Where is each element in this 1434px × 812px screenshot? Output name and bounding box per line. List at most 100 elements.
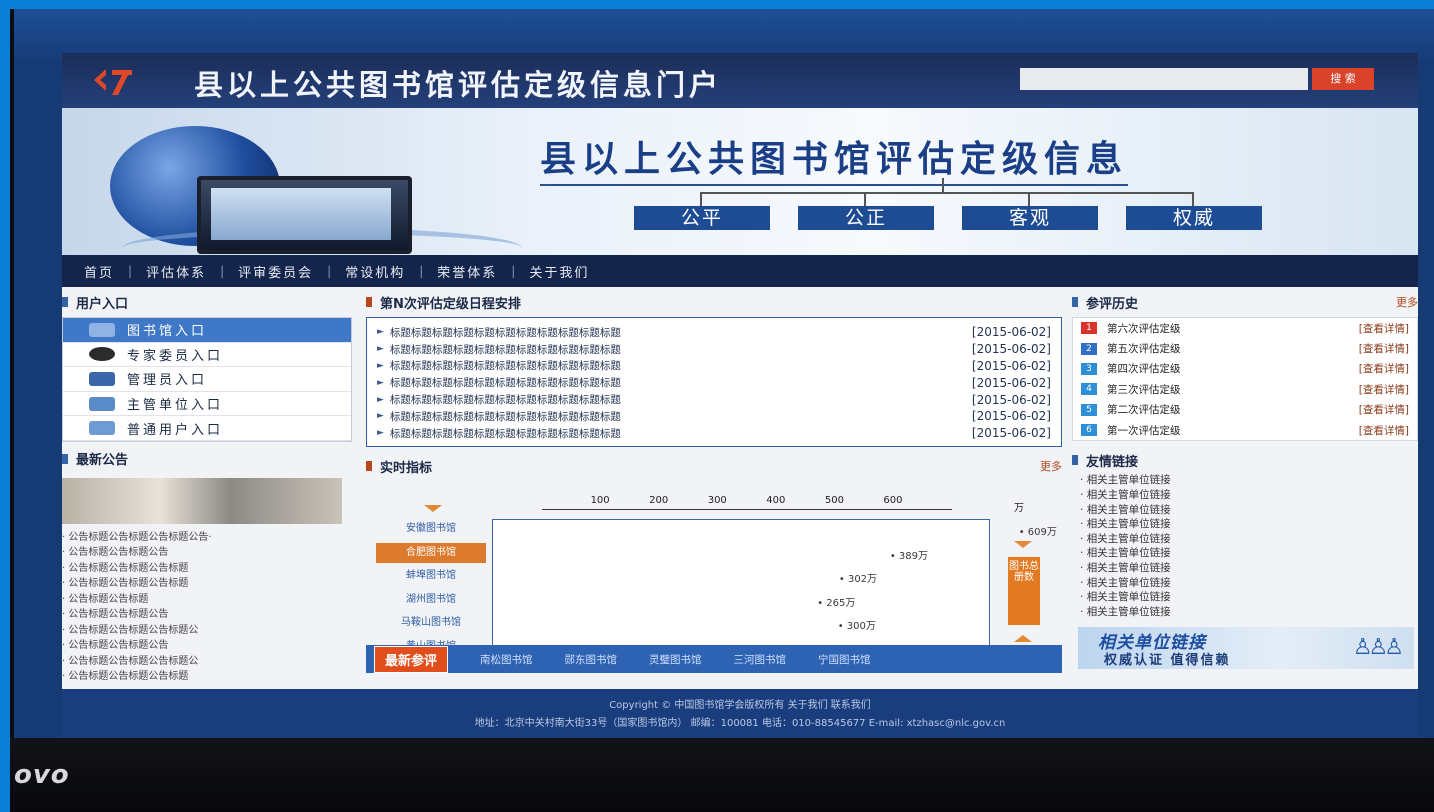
library-category[interactable]: 安徽图书馆 — [376, 519, 486, 539]
notice-item[interactable]: · 公告标题公告标题公告标题 — [62, 576, 352, 592]
section-mark-icon — [62, 453, 68, 464]
user-group-icon — [89, 421, 115, 436]
history-row[interactable]: 2 第五次评估定级 [查看详情] — [1073, 338, 1417, 358]
entry-general-user[interactable]: 普通用户入口 — [63, 416, 351, 441]
entry-label: 主管单位入口 — [127, 398, 224, 414]
tree-line — [700, 192, 1192, 194]
history-heading: 参评历史 更多 — [1072, 293, 1418, 312]
expert-icon — [89, 347, 115, 362]
section-title: 第N次评估定级日程安排 — [380, 296, 521, 312]
schedule-row[interactable]: ► 标题标题标题标题标题标题标题标题标题标题标题 [2015-06-02] — [377, 324, 1051, 341]
friend-link[interactable]: · 相关主管单位链接 — [1080, 503, 1418, 518]
tree-line — [700, 192, 702, 206]
friend-link[interactable]: · 相关主管单位链接 — [1080, 605, 1418, 620]
entry-label: 专家委员入口 — [127, 348, 224, 364]
entry-expert[interactable]: 专家委员入口 — [63, 343, 351, 368]
notice-item[interactable]: · 公告标题公告标题公告标题 — [62, 561, 352, 577]
prev-arrow-icon[interactable] — [1014, 635, 1032, 642]
page-footer: Copyright © 中国图书馆学会版权所有 关于我们 联系我们 地址：北京中… — [62, 689, 1418, 738]
history-row[interactable]: 4 第三次评估定级 [查看详情] — [1073, 379, 1417, 399]
latest-entry-link[interactable]: 灵璧图书馆 — [649, 652, 702, 667]
data-point-label: • 609万 — [1018, 527, 1057, 538]
notice-item[interactable]: · 公告标题公告标题公告 — [62, 638, 352, 654]
schedule-row[interactable]: ► 标题标题标题标题标题标题标题标题标题标题标题 [2015-06-02] — [377, 374, 1051, 391]
left-column: 用户入口 图书馆入口 专家委员入口 管理员入口 主管单位入口 普通用户入口 最新… — [62, 293, 352, 683]
friend-link[interactable]: · 相关主管单位链接 — [1080, 561, 1418, 576]
entry-admin[interactable]: 管理员入口 — [63, 367, 351, 392]
next-arrow-icon[interactable] — [1014, 541, 1032, 548]
nav-review-committee[interactable]: 评审委员会 — [238, 262, 313, 281]
section-mark-icon — [1072, 297, 1078, 307]
x-tick-label: 600 — [883, 495, 903, 506]
view-detail-link[interactable]: [查看详情] — [1359, 321, 1409, 336]
x-tick-label: 300 — [707, 495, 727, 506]
schedule-row[interactable]: ► 标题标题标题标题标题标题标题标题标题标题标题 [2015-06-02] — [377, 425, 1051, 442]
entry-supervisor[interactable]: 主管单位入口 — [63, 392, 351, 417]
schedule-row[interactable]: ► 标题标题标题标题标题标题标题标题标题标题标题 [2015-06-02] — [377, 358, 1051, 375]
history-row[interactable]: 6 第一次评估定级 [查看详情] — [1073, 420, 1417, 440]
library-category[interactable]: 合肥图书馆 — [376, 542, 486, 563]
view-detail-link[interactable]: [查看详情] — [1359, 423, 1409, 438]
nav-standing-body[interactable]: 常设机构 — [345, 262, 405, 281]
history-row[interactable]: 5 第二次评估定级 [查看详情] — [1073, 400, 1417, 420]
nav-honor-system[interactable]: 荣誉体系 — [437, 262, 497, 281]
nav-home[interactable]: 首页 — [84, 262, 114, 281]
metric-tag: 图书总册数 — [1008, 557, 1040, 625]
rank-badge: 5 — [1081, 403, 1097, 416]
latest-entry-link[interactable]: 宁国图书馆 — [818, 652, 871, 667]
notice-item[interactable]: · 公告标题公告标题公告 — [62, 545, 352, 561]
scroll-up-arrow-icon[interactable] — [424, 505, 442, 512]
notice-item[interactable]: · 公告标题公告标题公告标题公告· — [62, 530, 352, 546]
portal-header: 县以上公共图书馆评估定级信息门户 搜 索 — [62, 53, 1418, 108]
entry-label: 管理员入口 — [127, 373, 208, 389]
view-detail-link[interactable]: [查看详情] — [1359, 382, 1409, 397]
more-link[interactable]: 更多 — [1396, 294, 1418, 310]
entry-library[interactable]: 图书馆入口 — [63, 318, 351, 343]
notice-item[interactable]: · 公告标题公告标题公告 — [62, 607, 352, 623]
view-detail-link[interactable]: [查看详情] — [1359, 402, 1409, 417]
hero-banner: 县以上公共图书馆评估定级信息 公平 公正 客观 权威 — [62, 108, 1418, 255]
friend-link[interactable]: · 相关主管单位链接 — [1080, 546, 1418, 561]
search-input[interactable] — [1020, 68, 1308, 90]
notice-item[interactable]: · 公告标题公告标题 — [62, 592, 352, 608]
library-category[interactable]: 蚌埠图书馆 — [376, 566, 486, 586]
friend-link[interactable]: · 相关主管单位链接 — [1080, 532, 1418, 547]
plot-area — [492, 519, 990, 659]
notice-item[interactable]: · 公告标题公告标题公告标题公 — [62, 623, 352, 639]
schedule-row[interactable]: ► 标题标题标题标题标题标题标题标题标题标题标题 [2015-06-02] — [377, 408, 1051, 425]
notice-item[interactable]: · 公告标题公告标题公告标题公 — [62, 654, 352, 670]
latest-entry-link[interactable]: 三河图书馆 — [734, 652, 787, 667]
schedule-row[interactable]: ► 标题标题标题标题标题标题标题标题标题标题标题 [2015-06-02] — [377, 341, 1051, 358]
related-links-banner[interactable]: 相关单位链接 权威认证 值得信赖 ♙♙♙ — [1078, 627, 1414, 669]
friend-link[interactable]: · 相关主管单位链接 — [1080, 590, 1418, 605]
nav-about-us[interactable]: 关于我们 — [529, 262, 589, 281]
library-category[interactable]: 马鞍山图书馆 — [376, 613, 486, 633]
x-axis — [542, 509, 952, 510]
search-button[interactable]: 搜 索 — [1312, 68, 1374, 90]
latest-entry-link[interactable]: 南松图书馆 — [480, 652, 533, 667]
view-detail-link[interactable]: [查看详情] — [1359, 361, 1409, 376]
latest-entry-link[interactable]: 郧东图书馆 — [565, 652, 618, 667]
schedule-heading: 第N次评估定级日程安排 — [366, 293, 1062, 312]
nav-evaluation-system[interactable]: 评估体系 — [146, 262, 206, 281]
friend-link[interactable]: · 相关主管单位链接 — [1080, 576, 1418, 591]
section-title: 用户入口 — [76, 296, 129, 312]
schedule-row[interactable]: ► 标题标题标题标题标题标题标题标题标题标题标题 [2015-06-02] — [377, 391, 1051, 408]
data-point-label: • 389万 — [889, 550, 928, 562]
notice-item[interactable]: · 公告标题公告标题公告标题 — [62, 669, 352, 685]
section-mark-icon — [1072, 455, 1078, 466]
friend-link[interactable]: · 相关主管单位链接 — [1080, 473, 1418, 488]
related-links-subtitle: 权威认证 值得信赖 — [1104, 653, 1231, 668]
more-link[interactable]: 更多 — [1040, 458, 1062, 474]
friend-link[interactable]: · 相关主管单位链接 — [1080, 488, 1418, 503]
history-row[interactable]: 1 第六次评估定级 [查看详情] — [1073, 318, 1417, 338]
nav-separator: | — [419, 264, 424, 278]
history-row[interactable]: 3 第四次评估定级 [查看详情] — [1073, 359, 1417, 379]
arrow-right-icon: ► — [377, 394, 384, 405]
value-authority: 权威 — [1126, 206, 1262, 230]
value-objective: 客观 — [962, 206, 1098, 230]
history-list: 1 第六次评估定级 [查看详情] 2 第五次评估定级 [查看详情] 3 第四次评估定级 [查看详… — [1072, 317, 1418, 442]
library-category[interactable]: 湖州图书馆 — [376, 590, 486, 610]
view-detail-link[interactable]: [查看详情] — [1359, 341, 1409, 356]
friend-link[interactable]: · 相关主管单位链接 — [1080, 517, 1418, 532]
